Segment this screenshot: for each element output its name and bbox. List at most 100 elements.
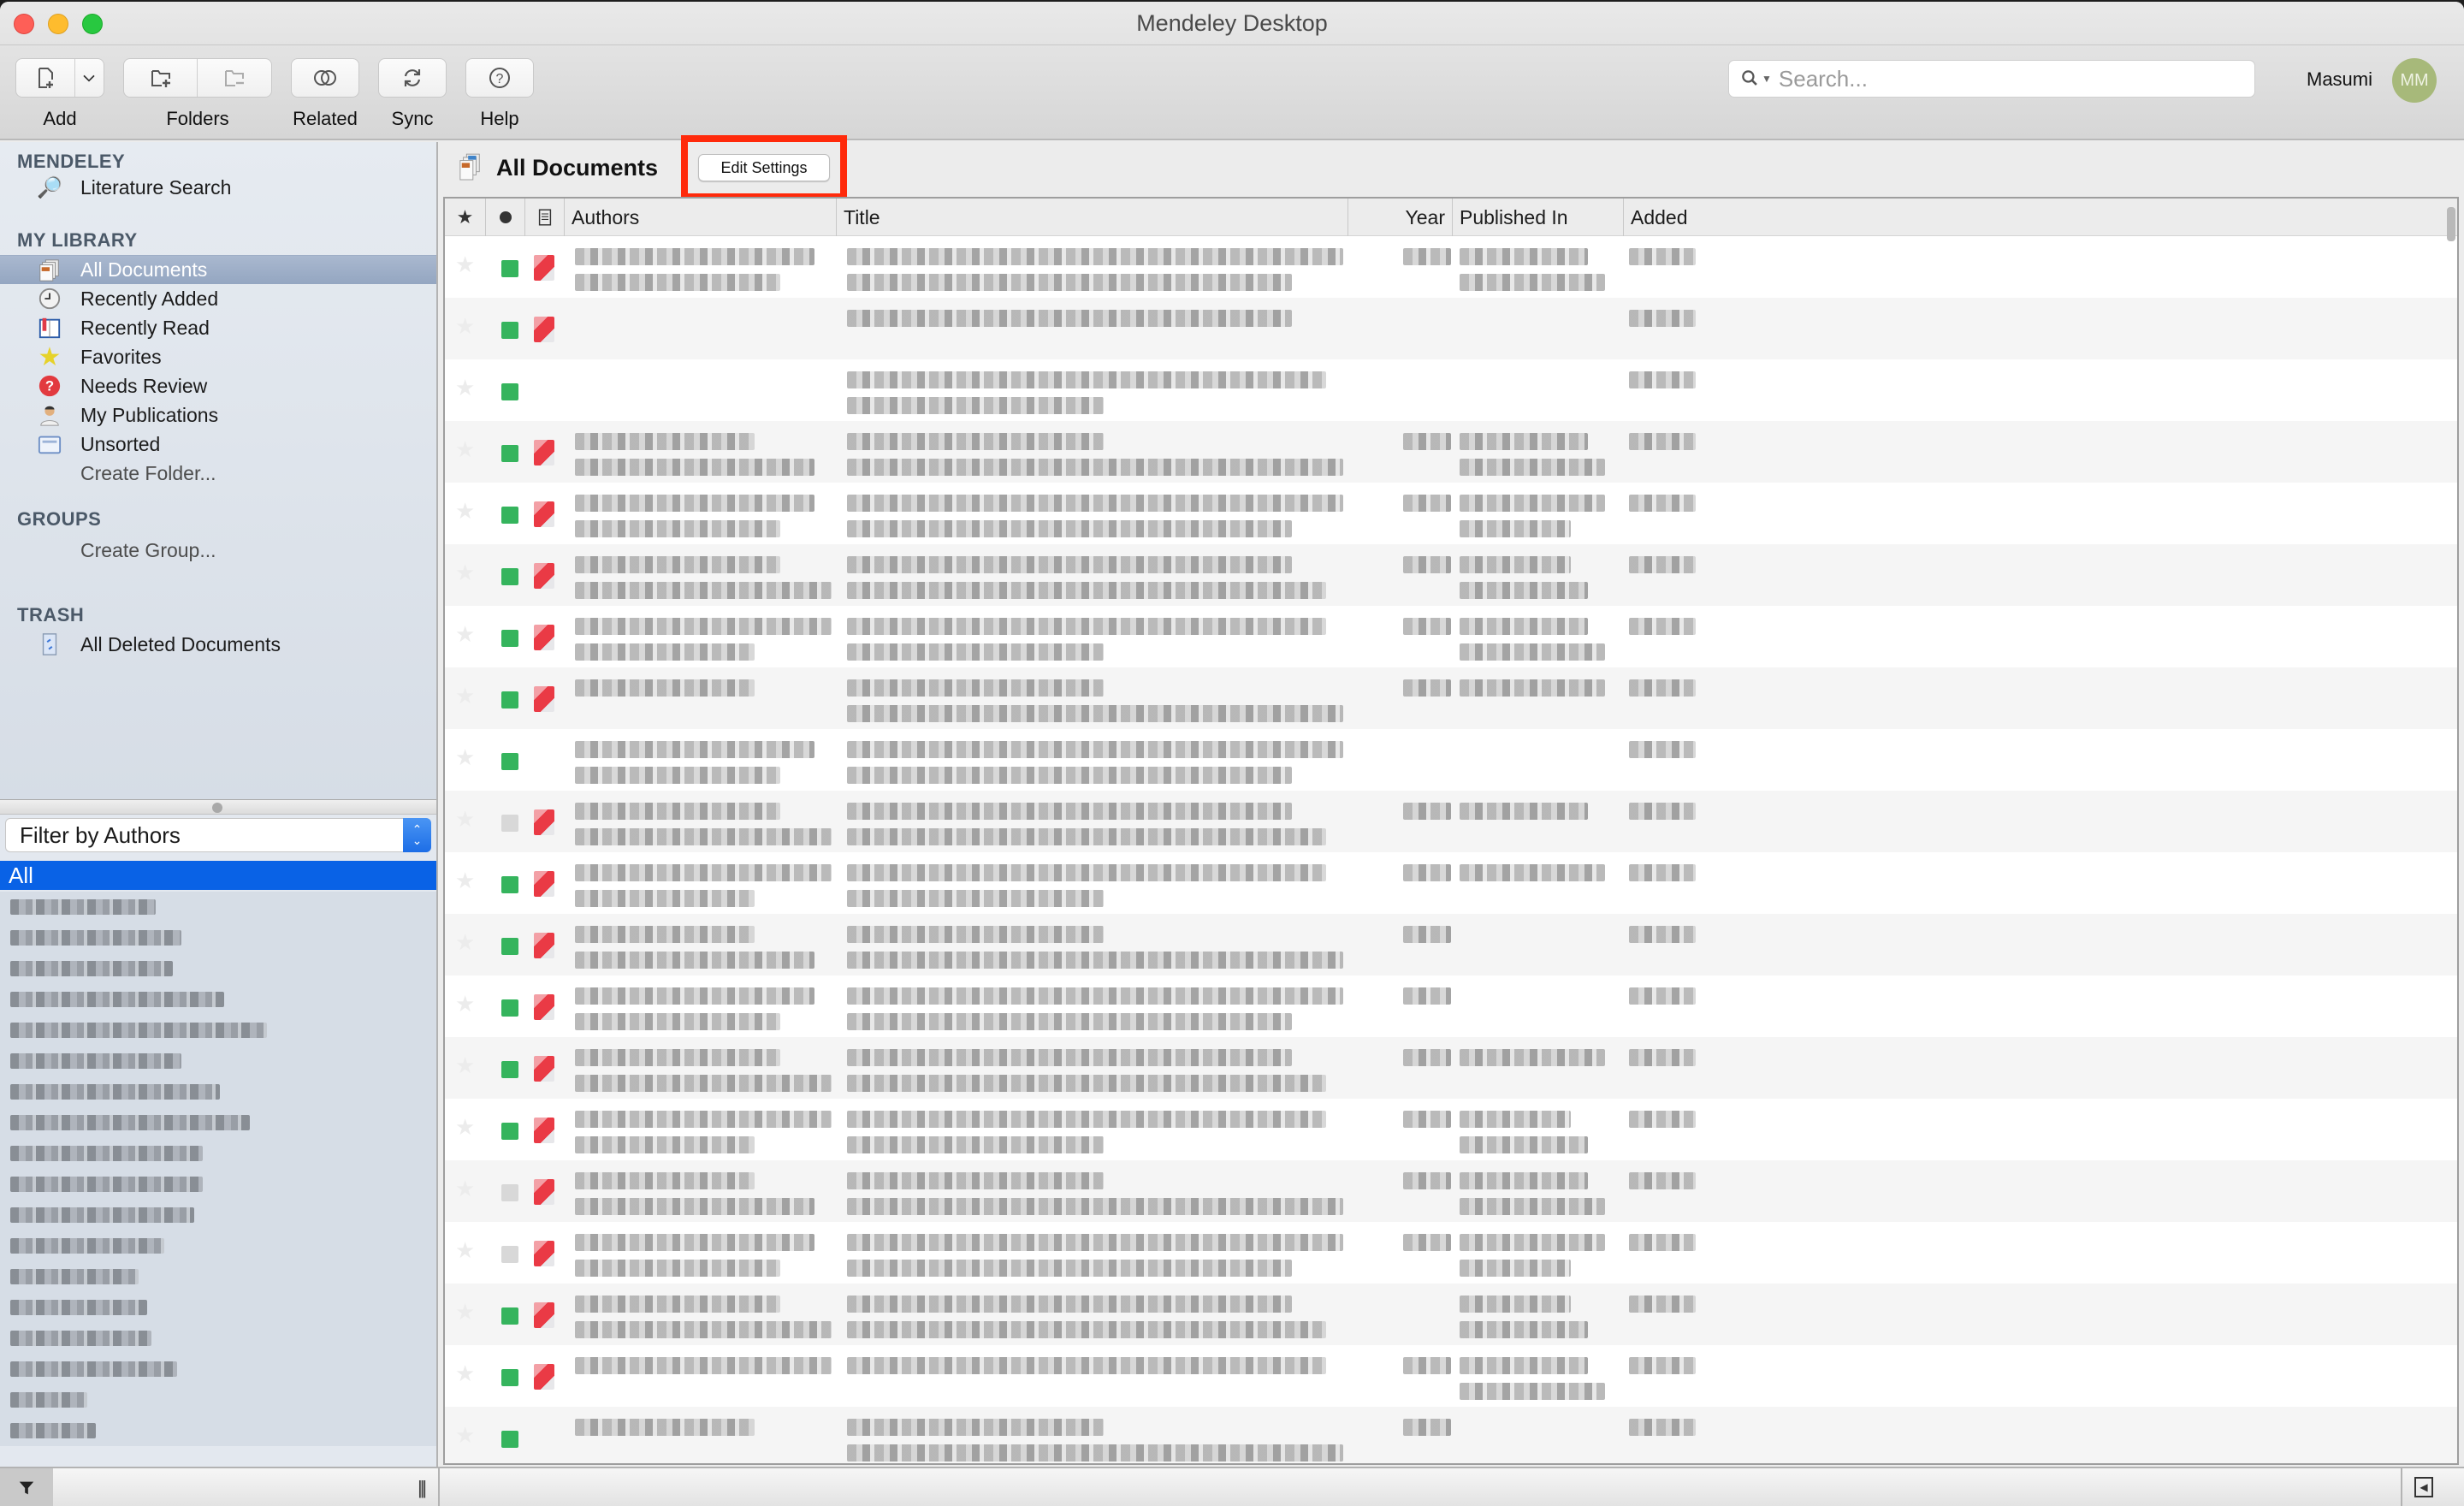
user-name[interactable]: Masumi xyxy=(2307,68,2372,91)
table-row[interactable]: ★ xyxy=(445,1222,2457,1284)
author-filter-item[interactable] xyxy=(0,1292,436,1323)
column-authors[interactable]: Authors xyxy=(565,199,837,236)
favorite-star-icon[interactable]: ★ xyxy=(455,498,475,525)
remove-folder-button[interactable] xyxy=(198,59,271,97)
search-input[interactable] xyxy=(1778,65,2241,92)
sidebar-item-needs-review[interactable]: ? Needs Review xyxy=(0,371,436,400)
favorite-star-icon[interactable]: ★ xyxy=(455,1361,475,1387)
add-document-button[interactable] xyxy=(16,59,75,97)
read-status-indicator[interactable] xyxy=(501,938,518,955)
pdf-file-icon[interactable] xyxy=(534,317,554,342)
pdf-file-icon[interactable] xyxy=(534,1241,554,1266)
table-row[interactable]: ★ xyxy=(445,1284,2457,1345)
favorite-star-icon[interactable]: ★ xyxy=(455,252,475,278)
read-status-indicator[interactable] xyxy=(501,507,518,524)
sidebar-item-my-publications[interactable]: My Publications xyxy=(0,400,436,430)
read-status-indicator[interactable] xyxy=(501,999,518,1017)
read-status-indicator[interactable] xyxy=(501,1061,518,1078)
read-status-indicator[interactable] xyxy=(501,1307,518,1325)
read-status-indicator[interactable] xyxy=(501,1431,518,1448)
sidebar-item-unsorted[interactable]: Unsorted xyxy=(0,430,436,459)
pdf-file-icon[interactable] xyxy=(534,933,554,958)
filter-toggle-button[interactable] xyxy=(0,1468,53,1506)
read-status-indicator[interactable] xyxy=(501,876,518,893)
favorite-star-icon[interactable]: ★ xyxy=(455,436,475,463)
help-button[interactable]: ? xyxy=(466,59,533,97)
pdf-file-icon[interactable] xyxy=(534,871,554,897)
favorite-star-icon[interactable]: ★ xyxy=(455,1422,475,1449)
table-row[interactable]: ★ xyxy=(445,359,2457,421)
pdf-file-icon[interactable] xyxy=(534,1118,554,1143)
table-row[interactable]: ★ xyxy=(445,729,2457,791)
table-row[interactable]: ★ xyxy=(445,914,2457,975)
author-filter-item[interactable] xyxy=(0,1107,436,1138)
column-published-in[interactable]: Published In xyxy=(1453,199,1624,236)
favorite-star-icon[interactable]: ★ xyxy=(455,313,475,340)
read-status-indicator[interactable] xyxy=(501,1246,518,1263)
author-filter-item[interactable] xyxy=(0,1046,436,1076)
author-filter-item[interactable] xyxy=(0,1415,436,1446)
table-row[interactable]: ★ xyxy=(445,483,2457,544)
sidebar-item-recently-added[interactable]: Recently Added xyxy=(0,284,436,313)
pdf-file-icon[interactable] xyxy=(534,1056,554,1082)
favorite-star-icon[interactable]: ★ xyxy=(455,991,475,1017)
pdf-file-icon[interactable] xyxy=(534,809,554,835)
column-resize-handle[interactable]: ||| xyxy=(418,1477,427,1499)
add-folder-button[interactable] xyxy=(124,59,198,97)
create-group-link[interactable]: Create Group... xyxy=(0,536,436,565)
pdf-file-icon[interactable] xyxy=(534,501,554,527)
sidebar-item-recently-read[interactable]: Recently Read xyxy=(0,313,436,342)
sidebar-splitter[interactable] xyxy=(0,799,436,815)
read-status-indicator[interactable] xyxy=(501,322,518,339)
author-filter-item[interactable] xyxy=(0,1015,436,1046)
read-status-indicator[interactable] xyxy=(501,1369,518,1386)
table-row[interactable]: ★ xyxy=(445,791,2457,852)
table-row[interactable]: ★ xyxy=(445,421,2457,483)
author-filter-item[interactable] xyxy=(0,984,436,1015)
read-status-indicator[interactable] xyxy=(501,383,518,400)
table-row[interactable]: ★ xyxy=(445,975,2457,1037)
read-status-indicator[interactable] xyxy=(501,260,518,277)
favorite-star-icon[interactable]: ★ xyxy=(455,868,475,894)
pdf-file-icon[interactable] xyxy=(534,625,554,650)
pdf-file-icon[interactable] xyxy=(534,1364,554,1390)
pdf-file-icon[interactable] xyxy=(534,440,554,465)
table-row[interactable]: ★ xyxy=(445,606,2457,667)
author-filter-item[interactable] xyxy=(0,1384,436,1415)
favorite-star-icon[interactable]: ★ xyxy=(455,1176,475,1202)
favorite-star-icon[interactable]: ★ xyxy=(455,1237,475,1264)
create-folder-link[interactable]: Create Folder... xyxy=(0,459,436,488)
favorite-star-icon[interactable]: ★ xyxy=(455,744,475,771)
author-filter-item[interactable] xyxy=(0,1323,436,1354)
table-row[interactable]: ★ xyxy=(445,1099,2457,1160)
read-status-indicator[interactable] xyxy=(501,630,518,647)
read-status-indicator[interactable] xyxy=(501,815,518,832)
favorite-star-icon[interactable]: ★ xyxy=(455,1052,475,1079)
user-avatar[interactable]: MM xyxy=(2392,58,2437,103)
sidebar-item-literature-search[interactable]: 🔎 Literature Search xyxy=(0,173,436,202)
author-filter-item[interactable] xyxy=(0,1230,436,1261)
table-row[interactable]: ★ xyxy=(445,544,2457,606)
read-status-indicator[interactable] xyxy=(501,568,518,585)
related-button[interactable] xyxy=(292,59,358,97)
author-filter-item[interactable] xyxy=(0,1169,436,1200)
sync-button[interactable] xyxy=(379,59,446,97)
add-dropdown-button[interactable] xyxy=(75,59,104,97)
favorite-star-icon[interactable]: ★ xyxy=(455,375,475,401)
toggle-details-panel-button[interactable]: ◀ xyxy=(2414,1477,2433,1497)
search-options-caret-icon[interactable]: ▼ xyxy=(1762,73,1772,85)
filter-by-select[interactable]: Filter by Authors ⌃ ⌄ xyxy=(5,818,431,852)
author-filter-item[interactable] xyxy=(0,1354,436,1384)
favorite-star-icon[interactable]: ★ xyxy=(455,1114,475,1141)
table-row[interactable]: ★ xyxy=(445,1037,2457,1099)
column-added[interactable]: Added xyxy=(1624,199,2454,236)
favorite-star-icon[interactable]: ★ xyxy=(455,806,475,833)
table-row[interactable]: ★ xyxy=(445,852,2457,914)
table-row[interactable]: ★ xyxy=(445,1407,2457,1463)
author-filter-item[interactable] xyxy=(0,1138,436,1169)
read-status-indicator[interactable] xyxy=(501,445,518,462)
pdf-file-icon[interactable] xyxy=(534,1179,554,1205)
author-filter-item[interactable] xyxy=(0,1261,436,1292)
author-filter-item[interactable] xyxy=(0,1076,436,1107)
table-row[interactable]: ★ xyxy=(445,236,2457,298)
